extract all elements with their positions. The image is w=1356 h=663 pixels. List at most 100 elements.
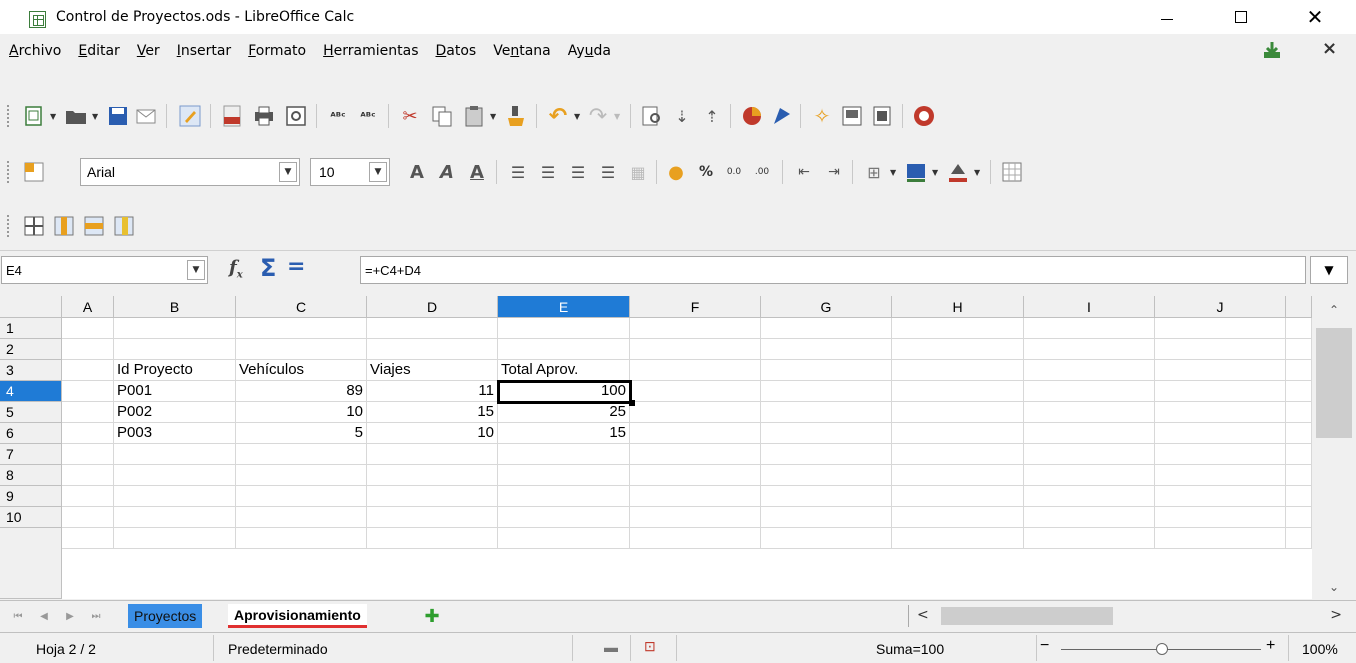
font-size-combo[interactable]: 10 ▼ (310, 158, 390, 186)
empty-cell[interactable] (367, 528, 498, 549)
insert-chart-icon[interactable] (740, 104, 764, 128)
empty-cell[interactable] (1286, 528, 1312, 549)
sum-icon[interactable]: Σ (260, 254, 276, 282)
empty-cell[interactable] (367, 465, 498, 486)
empty-cell[interactable] (1024, 381, 1155, 402)
empty-cell[interactable] (498, 318, 630, 339)
save-icon[interactable] (106, 104, 130, 128)
empty-cell[interactable] (498, 528, 630, 549)
formula-input[interactable]: =+C4+D4 (360, 256, 1306, 284)
empty-cell[interactable] (630, 486, 761, 507)
autospellcheck-icon[interactable]: ᴬᴮᶜ (356, 104, 380, 128)
sidebar-toggle-icon[interactable] (22, 160, 46, 184)
empty-cell[interactable] (367, 339, 498, 360)
empty-cell[interactable] (1286, 486, 1312, 507)
open-icon[interactable] (64, 104, 88, 128)
help-icon[interactable] (912, 104, 936, 128)
empty-cell[interactable] (114, 486, 236, 507)
zoom-level[interactable]: 100% (1302, 641, 1338, 657)
menu-formato[interactable]: Formato (239, 43, 314, 59)
empty-cell[interactable] (892, 465, 1024, 486)
empty-cell[interactable] (761, 360, 892, 381)
empty-cell[interactable] (114, 507, 236, 528)
empty-cell[interactable] (761, 423, 892, 444)
empty-cell[interactable] (1286, 444, 1312, 465)
empty-cell[interactable] (1155, 339, 1286, 360)
empty-cell[interactable] (114, 444, 236, 465)
empty-cell[interactable] (1024, 318, 1155, 339)
empty-cell[interactable] (630, 444, 761, 465)
empty-cell[interactable] (630, 360, 761, 381)
menu-herramientas[interactable]: Herramientas (314, 43, 426, 59)
empty-cell[interactable] (1155, 423, 1286, 444)
sort-descending-icon[interactable]: ⇡ (700, 104, 724, 128)
empty-cell[interactable] (1155, 528, 1286, 549)
cut-icon[interactable]: ✂ (398, 104, 422, 128)
new-icon[interactable] (22, 104, 46, 128)
insert-comment-icon[interactable] (870, 104, 894, 128)
empty-cell[interactable] (761, 444, 892, 465)
cell[interactable]: P003 (114, 423, 236, 444)
empty-cell[interactable] (114, 339, 236, 360)
cell[interactable]: Viajes (367, 360, 498, 381)
empty-cell[interactable] (892, 444, 1024, 465)
empty-cell[interactable] (1286, 465, 1312, 486)
empty-cell[interactable] (62, 318, 114, 339)
empty-cell[interactable] (630, 528, 761, 549)
empty-cell[interactable] (1024, 423, 1155, 444)
empty-cell[interactable] (236, 339, 367, 360)
cell[interactable]: P002 (114, 402, 236, 423)
cell[interactable]: P001 (114, 381, 236, 402)
chevron-down-icon[interactable]: ▼ (369, 162, 387, 182)
toolbar-grip[interactable] (7, 161, 9, 183)
empty-cell[interactable] (630, 423, 761, 444)
empty-cell[interactable] (1155, 381, 1286, 402)
insert-rows-icon[interactable] (82, 214, 106, 238)
special-character-icon[interactable]: ✧ (810, 104, 834, 128)
chevron-down-icon[interactable]: ▼ (279, 162, 297, 182)
menu-datos[interactable]: Datos (427, 43, 485, 59)
insert-pivot-icon[interactable] (770, 104, 794, 128)
empty-cell[interactable] (1286, 339, 1312, 360)
empty-cell[interactable] (761, 465, 892, 486)
empty-cell[interactable] (761, 381, 892, 402)
empty-cell[interactable] (1024, 486, 1155, 507)
cell[interactable]: 11 (367, 381, 498, 402)
empty-cell[interactable] (892, 402, 1024, 423)
page-style[interactable]: Predeterminado (228, 641, 328, 657)
empty-cell[interactable] (1155, 465, 1286, 486)
empty-cell[interactable] (1024, 465, 1155, 486)
toolbar-grip[interactable] (7, 105, 9, 127)
empty-cell[interactable] (1024, 339, 1155, 360)
empty-cell[interactable] (892, 381, 1024, 402)
empty-cell[interactable] (1286, 423, 1312, 444)
empty-cell[interactable] (761, 402, 892, 423)
empty-cell[interactable] (498, 507, 630, 528)
horizontal-scrollbar[interactable]: < > (908, 605, 1356, 627)
zoom-in-icon[interactable]: + (1266, 637, 1275, 655)
dropdown-arrow-icon[interactable]: ▼ (92, 112, 98, 121)
empty-cell[interactable] (1286, 381, 1312, 402)
function-wizard-icon[interactable]: fx (229, 257, 243, 281)
empty-cell[interactable] (761, 507, 892, 528)
cell[interactable]: 15 (498, 423, 630, 444)
column-header[interactable]: H (892, 296, 1024, 318)
sheet-info[interactable]: Hoja 2 / 2 (36, 641, 96, 657)
empty-cell[interactable] (761, 528, 892, 549)
empty-cell[interactable] (892, 528, 1024, 549)
freeze-panes-icon[interactable] (22, 214, 46, 238)
first-sheet-icon[interactable]: ⏮ (8, 607, 28, 625)
row-header[interactable]: 6 (0, 423, 62, 444)
toolbar-grip[interactable] (7, 215, 9, 237)
update-download-icon[interactable] (1263, 41, 1281, 59)
empty-cell[interactable] (892, 360, 1024, 381)
empty-cell[interactable] (236, 486, 367, 507)
column-header[interactable]: D (367, 296, 498, 318)
empty-cell[interactable] (630, 465, 761, 486)
close-button[interactable]: ✕ (1292, 0, 1338, 34)
export-pdf-icon[interactable] (220, 104, 244, 128)
empty-cell[interactable] (892, 318, 1024, 339)
empty-cell[interactable] (62, 528, 114, 549)
empty-cell[interactable] (62, 465, 114, 486)
vertical-scrollbar[interactable]: ⌃ ⌄ (1312, 296, 1356, 599)
